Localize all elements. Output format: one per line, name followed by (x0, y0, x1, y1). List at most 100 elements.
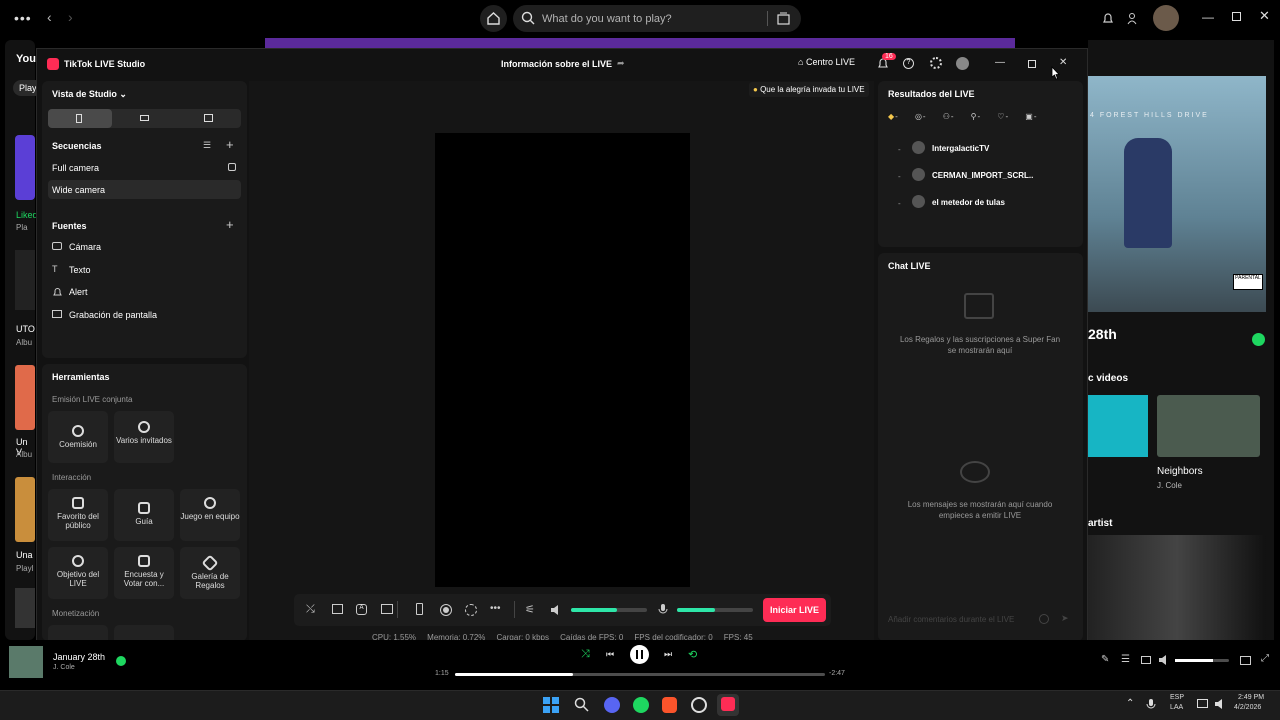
list-item[interactable]: UTO (16, 324, 35, 334)
avatar[interactable] (1153, 5, 1179, 31)
fullscreen-icon[interactable]: ⤢ (1261, 653, 1269, 664)
portrait-option[interactable] (48, 109, 112, 128)
spotify-icon[interactable] (633, 697, 649, 713)
chat-input[interactable]: Añadir comentarios durante el LIVE (884, 611, 1054, 629)
forward-arrow-icon[interactable]: › (68, 9, 73, 25)
sequence-item-selected[interactable]: Wide camera (48, 180, 241, 199)
clock-time[interactable]: 2:49 PM (1238, 694, 1264, 701)
volume-icon[interactable] (1158, 654, 1170, 666)
liked-cover[interactable] (15, 135, 35, 200)
video-thumb[interactable] (1088, 395, 1148, 457)
volume-slider[interactable] (1175, 659, 1229, 662)
live-goal-tile[interactable]: Objetivo del LIVE (48, 547, 108, 599)
microphone-icon[interactable] (658, 603, 668, 616)
studio-view-dropdown[interactable]: Vista de Studio ⌄ (52, 89, 127, 100)
poll-tile[interactable]: Encuesta y Votar con... (114, 547, 174, 599)
speaker-icon[interactable] (550, 604, 562, 616)
menu-dots-icon[interactable]: ••• (14, 10, 32, 26)
language-indicator[interactable]: ESP (1170, 694, 1184, 701)
settings-icon[interactable] (930, 57, 942, 69)
previous-icon[interactable]: ⏮ (606, 649, 614, 660)
add-source-icon[interactable]: + (226, 217, 234, 232)
home-button[interactable] (480, 5, 507, 32)
close-icon[interactable]: ✕ (1059, 57, 1067, 68)
source-item[interactable]: Grabación de pantalla (69, 310, 157, 320)
brave-icon[interactable] (662, 697, 677, 713)
tiktok-taskbar-button[interactable] (717, 694, 739, 716)
ai-icon[interactable]: A (356, 604, 367, 615)
lyrics-icon[interactable]: ✎ (1101, 654, 1109, 665)
microphone-icon[interactable] (1146, 698, 1156, 711)
layout-icon[interactable] (332, 604, 343, 614)
miniplayer-icon[interactable] (1240, 656, 1251, 665)
mic-slider[interactable] (677, 608, 753, 612)
live-info-title[interactable]: Información sobre el LIVE (501, 59, 612, 69)
lock-icon[interactable] (228, 163, 236, 171)
multi-guest-tile[interactable]: Varios invitados (114, 411, 174, 463)
network-icon[interactable] (1197, 699, 1208, 708)
friends-icon[interactable] (1127, 12, 1140, 25)
now-playing-title[interactable]: January 28th (53, 652, 105, 662)
album-cover[interactable] (15, 250, 35, 310)
more-icon[interactable]: ••• (490, 603, 501, 614)
volume-slider[interactable] (571, 608, 647, 612)
monetization-tile[interactable] (114, 625, 174, 641)
user-name[interactable]: el metedor de tulas (932, 198, 1005, 207)
share-icon[interactable]: ➦ (617, 58, 625, 69)
video-thumb[interactable] (1157, 395, 1260, 457)
record-icon[interactable] (440, 604, 452, 616)
bell-icon[interactable] (1102, 12, 1114, 25)
landscape-option[interactable] (112, 109, 176, 128)
user-name[interactable]: IntergalacticTV (932, 144, 989, 153)
centro-live-button[interactable]: ⌂ Centro LIVE (798, 57, 855, 67)
start-live-button[interactable]: Iniciar LIVE (763, 598, 826, 622)
album-cover[interactable] (15, 477, 35, 542)
user-name[interactable]: CERMAN_IMPORT_SCRL.. (932, 171, 1033, 180)
minimize-icon[interactable]: — (995, 57, 1005, 68)
album-cover[interactable] (15, 365, 35, 430)
tray-chevron-icon[interactable]: ⌃ (1126, 698, 1134, 709)
album-cover[interactable] (15, 588, 35, 628)
maximize-icon[interactable] (1232, 12, 1241, 21)
add-sequence-icon[interactable]: + (226, 137, 234, 152)
now-playing-cover[interactable] (9, 646, 43, 678)
queue-icon[interactable]: ☰ (1121, 654, 1130, 665)
help-icon[interactable]: ? (903, 58, 914, 69)
gift-gallery-tile[interactable]: Galería de Regalos (180, 547, 240, 599)
video-artist[interactable]: J. Cole (1157, 481, 1182, 490)
steam-icon[interactable] (691, 697, 707, 713)
repeat-icon[interactable]: ⟲ (688, 648, 697, 661)
source-item[interactable]: Alert (69, 287, 88, 297)
back-arrow-icon[interactable]: ‹ (47, 9, 52, 25)
close-icon[interactable]: ✕ (1259, 8, 1270, 24)
playback-progress[interactable] (455, 673, 825, 676)
mixer-icon[interactable]: ⚟ (525, 603, 535, 616)
search-icon[interactable] (574, 697, 589, 712)
emoji-icon[interactable] (1039, 614, 1049, 624)
source-item[interactable]: Texto (69, 265, 91, 275)
phone-icon[interactable] (416, 603, 423, 615)
team-game-tile[interactable]: Juego en equipo (180, 489, 240, 541)
device-icon[interactable] (1141, 656, 1151, 664)
favorite-tile[interactable]: Favorito del público (48, 489, 108, 541)
minimize-icon[interactable]: — (1202, 10, 1214, 24)
volume-icon[interactable] (1214, 698, 1226, 710)
captions-icon[interactable] (381, 604, 393, 614)
list-item[interactable]: Una (16, 550, 33, 560)
windows-start-icon[interactable] (543, 697, 559, 713)
maximize-icon[interactable] (1028, 60, 1036, 68)
monetization-tile[interactable] (48, 625, 108, 641)
discord-icon[interactable] (604, 697, 620, 713)
video-title[interactable]: Neighbors (1157, 466, 1203, 477)
sequence-item[interactable]: Full camera (52, 163, 99, 173)
send-icon[interactable]: ➤ (1061, 613, 1069, 624)
magic-icon[interactable]: ⤯ (306, 603, 315, 616)
saved-check-icon[interactable] (1252, 333, 1265, 346)
browse-icon[interactable] (777, 12, 790, 25)
coemision-tile[interactable]: Coemisión (48, 411, 108, 463)
stabilize-icon[interactable] (465, 604, 477, 616)
results-filter-row[interactable]: ◆- ◎- ⚇- ⚲- ♡- ▣- (888, 112, 1037, 121)
list-icon[interactable]: ☰ (203, 140, 211, 151)
guide-tile[interactable]: Guía (114, 489, 174, 541)
search-input[interactable]: What do you want to play? (513, 5, 801, 32)
